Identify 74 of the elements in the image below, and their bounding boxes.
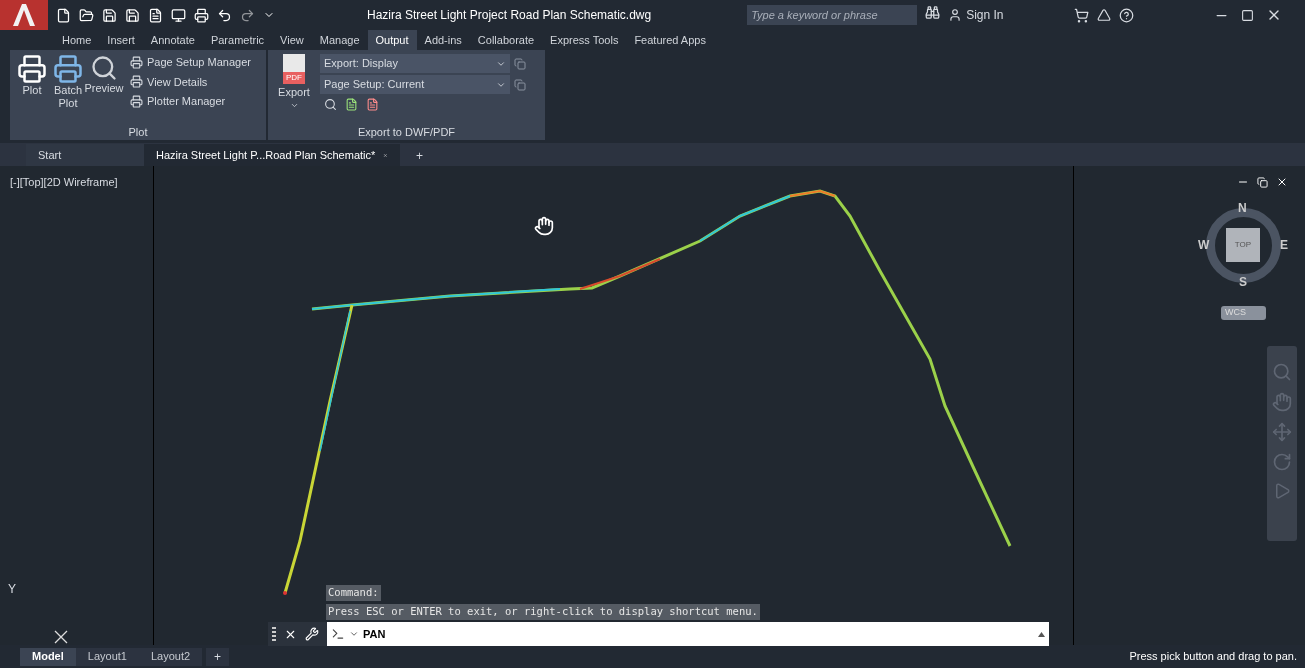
- ribbon-tab[interactable]: Home: [54, 30, 100, 50]
- panel-title: Export to DWF/PDF: [356, 125, 457, 140]
- printer-icon: [53, 54, 83, 84]
- pdf-icon: PDF: [283, 54, 305, 84]
- new-layout-button[interactable]: +: [206, 647, 230, 666]
- ribbon-tab[interactable]: Express Tools: [542, 30, 627, 50]
- search-field[interactable]: Type a keyword or phrase: [747, 5, 918, 25]
- command-input[interactable]: PAN: [327, 622, 1049, 646]
- x-axis-icon: [54, 630, 68, 644]
- ribbon-tab[interactable]: Insert: [99, 30, 143, 50]
- ribbon-command[interactable]: Page Setup Manager: [130, 54, 251, 71]
- export-button[interactable]: PDF Export: [276, 54, 312, 124]
- ribbon-command[interactable]: View Details: [130, 73, 251, 90]
- cart-icon[interactable]: [1073, 7, 1089, 23]
- user-icon: [948, 8, 963, 22]
- close-icon[interactable]: [1276, 176, 1288, 188]
- restore-icon[interactable]: [1257, 176, 1268, 188]
- file-tab[interactable]: Hazira Street Light P...Road Plan Schematic*: [144, 144, 400, 166]
- caret-up-icon[interactable]: [1038, 631, 1045, 637]
- print-icon[interactable]: [194, 7, 209, 23]
- save-icon[interactable]: [102, 7, 117, 23]
- magnifier-icon: [90, 54, 118, 82]
- view-cube[interactable]: TOP: [1226, 228, 1260, 262]
- ribbon-tab[interactable]: Add-ins: [416, 30, 470, 50]
- compass-west: W: [1198, 238, 1210, 252]
- dropdown[interactable]: Page Setup: Current: [320, 75, 510, 94]
- ribbon-tab[interactable]: View: [272, 30, 312, 50]
- ribbon-tab[interactable]: Manage: [311, 30, 368, 50]
- preview-icon[interactable]: [324, 98, 337, 111]
- application-menu-button[interactable]: [0, 0, 48, 30]
- hand-cursor-icon: [534, 216, 554, 236]
- help-icon[interactable]: [1118, 7, 1134, 23]
- save-as-icon[interactable]: [125, 7, 140, 23]
- new-file-icon[interactable]: [56, 7, 71, 23]
- printer-icon: [130, 94, 143, 108]
- batch-plot-button[interactable]: Batch Plot: [50, 54, 86, 124]
- printer-icon: [17, 54, 47, 84]
- new-tab-button[interactable]: +: [408, 146, 431, 166]
- triangle-icon[interactable]: [1096, 8, 1111, 22]
- sign-in-button[interactable]: Sign In: [948, 6, 1004, 24]
- file-tab[interactable]: Start: [26, 144, 144, 166]
- window-title: Hazira Street Light Project Road Plan Schematic.dwg: [367, 7, 652, 24]
- grip-icon: [272, 627, 276, 641]
- wrench-icon[interactable]: [305, 627, 319, 641]
- printer-icon: [130, 75, 143, 89]
- status-message: Press pick button and drag to pan.: [1129, 649, 1297, 665]
- y-axis-label: Y: [8, 581, 16, 598]
- layout-tab[interactable]: Model: [20, 647, 76, 666]
- plot-button[interactable]: Plot: [14, 54, 50, 124]
- ribbon-command[interactable]: Plotter Manager: [130, 93, 251, 110]
- ribbon-tab[interactable]: Featured Apps: [626, 30, 714, 50]
- maximize-icon[interactable]: [1240, 8, 1254, 22]
- undo-icon[interactable]: [217, 7, 232, 23]
- ribbon-tab[interactable]: Parametric: [202, 30, 273, 50]
- ribbon-tab[interactable]: Collaborate: [469, 30, 543, 50]
- compass-east: E: [1280, 238, 1288, 252]
- dropdown[interactable]: Export: Display: [320, 54, 510, 73]
- ribbon-tab[interactable]: Output: [367, 30, 417, 50]
- printer-icon: [130, 55, 143, 69]
- compass-north: N: [1238, 201, 1247, 215]
- layout-tab[interactable]: Layout2: [138, 647, 203, 666]
- binoculars-icon[interactable]: [925, 5, 941, 21]
- viewport-label[interactable]: [-][Top][2D Wireframe]: [10, 174, 118, 191]
- open-folder-icon[interactable]: [79, 7, 94, 23]
- app-logo-icon: [11, 3, 37, 27]
- ribbon-tab[interactable]: Annotate: [142, 30, 203, 50]
- layout-tab[interactable]: Layout1: [75, 647, 139, 666]
- terminal-icon[interactable]: [331, 627, 345, 641]
- caret-icon[interactable]: [349, 629, 359, 639]
- preview-button[interactable]: Preview: [86, 54, 122, 124]
- compass-south: S: [1239, 275, 1247, 289]
- redo-icon[interactable]: [240, 7, 255, 23]
- panel-title: Plot: [127, 125, 149, 140]
- document-icon[interactable]: [148, 7, 163, 23]
